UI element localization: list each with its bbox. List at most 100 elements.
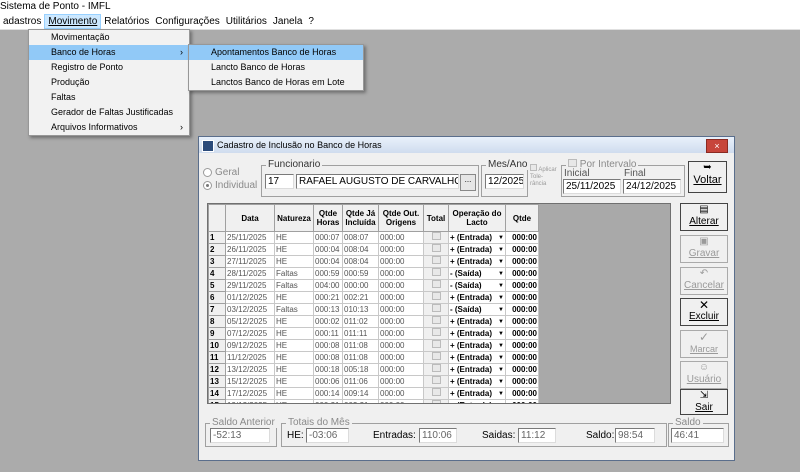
total-checkbox[interactable] (431, 280, 441, 288)
aplicar-tolerancia-checkbox[interactable]: Aplicar Tole- rância (530, 164, 558, 188)
total-checkbox[interactable] (431, 388, 441, 396)
mes-ano-input[interactable]: 12/2025 (485, 174, 524, 189)
menu-help[interactable]: ? (305, 14, 317, 29)
radio-geral[interactable]: Geral (203, 167, 239, 178)
row-number[interactable]: 10 (208, 339, 226, 352)
dropdown-arrow-icon[interactable]: ▼ (498, 233, 504, 243)
cell-operacao[interactable]: - (Saída) ▼ (448, 303, 506, 316)
cell-operacao[interactable]: + (Entrada) ▼ (448, 315, 506, 328)
row-number[interactable]: 15 (208, 399, 226, 403)
dropdown-arrow-icon[interactable]: ▼ (498, 281, 504, 291)
table-row[interactable]: 9 07/12/2025 HE 000:11 011:11 000:00 + (Entrad… (208, 327, 539, 340)
dropdown-arrow-icon[interactable]: ▼ (498, 353, 504, 363)
cell-operacao[interactable]: + (Entrada) ▼ (448, 363, 506, 376)
close-icon[interactable]: × (706, 139, 728, 153)
cell-total[interactable] (423, 231, 449, 244)
cell-operacao[interactable]: + (Entrada) ▼ (448, 327, 506, 340)
total-checkbox[interactable] (431, 232, 441, 240)
usuario-button[interactable]: ☺ Usuário (680, 361, 728, 389)
table-row[interactable]: 12 13/12/2025 HE 000:18 005:18 000:00 + (Entra… (208, 363, 539, 376)
menu-configuracoes[interactable]: Configurações (152, 14, 222, 29)
menu-cadastros[interactable]: adastros (0, 14, 44, 29)
row-number[interactable]: 5 (208, 279, 226, 292)
row-number[interactable]: 3 (208, 255, 226, 268)
cell-total[interactable] (423, 363, 449, 376)
row-number[interactable]: 11 (208, 351, 226, 364)
total-checkbox[interactable] (431, 292, 441, 300)
row-number[interactable]: 7 (208, 303, 226, 316)
table-row[interactable]: 4 28/11/2025 Faltas 000:59 000:59 000:00 - (Sa… (208, 267, 539, 280)
total-checkbox[interactable] (431, 304, 441, 312)
total-checkbox[interactable] (431, 316, 441, 324)
final-input[interactable]: 24/12/2025 (623, 179, 681, 194)
cell-operacao[interactable]: + (Entrada) ▼ (448, 387, 506, 400)
total-checkbox[interactable] (431, 364, 441, 372)
table-row[interactable]: 1 25/11/2025 HE 000:07 008:07 000:00 + (Entrad… (208, 231, 539, 244)
cell-total[interactable] (423, 375, 449, 388)
total-checkbox[interactable] (431, 256, 441, 264)
cell-total[interactable] (423, 303, 449, 316)
cell-total[interactable] (423, 351, 449, 364)
dropdown-arrow-icon[interactable]: ▼ (498, 317, 504, 327)
cell-operacao[interactable]: + (Entrada) ▼ (448, 291, 506, 304)
table-row[interactable]: 2 26/11/2025 HE 000:04 008:04 000:00 + (Entrad… (208, 243, 539, 256)
cell-total[interactable] (423, 339, 449, 352)
total-checkbox[interactable] (431, 376, 441, 384)
func-code-input[interactable]: 17 (265, 174, 294, 189)
total-checkbox[interactable] (431, 400, 441, 403)
table-row[interactable]: 10 09/12/2025 HE 000:08 011:08 000:00 + (Entra… (208, 339, 539, 352)
cell-operacao[interactable]: + (Entrada) ▼ (448, 243, 506, 256)
cell-operacao[interactable]: - (Saída) ▼ (448, 279, 506, 292)
row-number[interactable]: 13 (208, 375, 226, 388)
dropdown-arrow-icon[interactable]: ▼ (498, 257, 504, 267)
dropdown-arrow-icon[interactable]: ▼ (498, 245, 504, 255)
submenu-item-lancto[interactable]: Lancto Banco de Horas (189, 60, 363, 75)
dropdown-arrow-icon[interactable]: ▼ (498, 341, 504, 351)
dropdown-arrow-icon[interactable]: ▼ (498, 305, 504, 315)
func-name-input[interactable]: RAFAEL AUGUSTO DE CARVALHO (296, 174, 459, 189)
table-row[interactable]: 8 05/12/2025 HE 000:02 011:02 000:00 + (Entrad… (208, 315, 539, 328)
cell-operacao[interactable]: + (Entrada) ▼ (448, 255, 506, 268)
menu-relatorios[interactable]: Relatórios (101, 14, 152, 29)
row-number[interactable]: 6 (208, 291, 226, 304)
cell-total[interactable] (423, 315, 449, 328)
cell-operacao[interactable]: + (Entrada) ▼ (448, 375, 506, 388)
cell-operacao[interactable]: + (Entrada) ▼ (448, 351, 506, 364)
row-number[interactable]: 4 (208, 267, 226, 280)
cancelar-button[interactable]: ↶ Cancelar (680, 267, 728, 295)
cell-total[interactable] (423, 267, 449, 280)
dropdown-arrow-icon[interactable]: ▼ (498, 329, 504, 339)
inicial-input[interactable]: 25/11/2025 (563, 179, 621, 194)
cell-operacao[interactable]: + (Entrada) ▼ (448, 231, 506, 244)
cell-total[interactable] (423, 387, 449, 400)
row-number[interactable]: 12 (208, 363, 226, 376)
table-row[interactable]: 13 15/12/2025 HE 000:06 011:06 000:00 + (Entra… (208, 375, 539, 388)
row-number[interactable]: 2 (208, 243, 226, 256)
submenu-item-apontamentos[interactable]: Apontamentos Banco de Horas (189, 45, 363, 60)
table-row[interactable]: 6 01/12/2025 HE 000:21 002:21 000:00 + (Entrad… (208, 291, 539, 304)
cell-total[interactable] (423, 279, 449, 292)
dropdown-arrow-icon[interactable]: ▼ (498, 269, 504, 279)
menu-item-faltas[interactable]: Faltas (29, 90, 189, 105)
menu-utilitarios[interactable]: Utilitários (223, 14, 270, 29)
menu-movimento[interactable]: Movimento (44, 14, 102, 29)
marcar-button[interactable]: ✓ Marcar (680, 330, 728, 358)
total-checkbox[interactable] (431, 352, 441, 360)
dropdown-arrow-icon[interactable]: ▼ (498, 365, 504, 375)
cell-total[interactable] (423, 291, 449, 304)
alterar-button[interactable]: ▤ Alterar (680, 203, 728, 231)
menu-item-movimentacao[interactable]: Movimentação (29, 30, 189, 45)
excluir-button[interactable]: ✕ Excluir (680, 298, 728, 326)
cell-total[interactable] (423, 243, 449, 256)
voltar-button[interactable]: ➥ Voltar (688, 161, 727, 193)
total-checkbox[interactable] (431, 244, 441, 252)
table-row[interactable]: 7 03/12/2025 Faltas 000:13 010:13 000:00 - (Sa… (208, 303, 539, 316)
dropdown-arrow-icon[interactable]: ▼ (498, 401, 504, 403)
menu-item-banco-de-horas[interactable]: Banco de Horas › (29, 45, 189, 60)
dropdown-arrow-icon[interactable]: ▼ (498, 389, 504, 399)
table-row[interactable]: 14 17/12/2025 HE 000:14 009:14 000:00 + (Entra… (208, 387, 539, 400)
table-row[interactable]: 11 11/12/2025 HE 000:08 011:08 000:00 + (Entra… (208, 351, 539, 364)
dropdown-arrow-icon[interactable]: ▼ (498, 377, 504, 387)
table-row[interactable]: 3 27/11/2025 HE 000:04 008:04 000:00 + (Entrad… (208, 255, 539, 268)
row-number[interactable]: 9 (208, 327, 226, 340)
